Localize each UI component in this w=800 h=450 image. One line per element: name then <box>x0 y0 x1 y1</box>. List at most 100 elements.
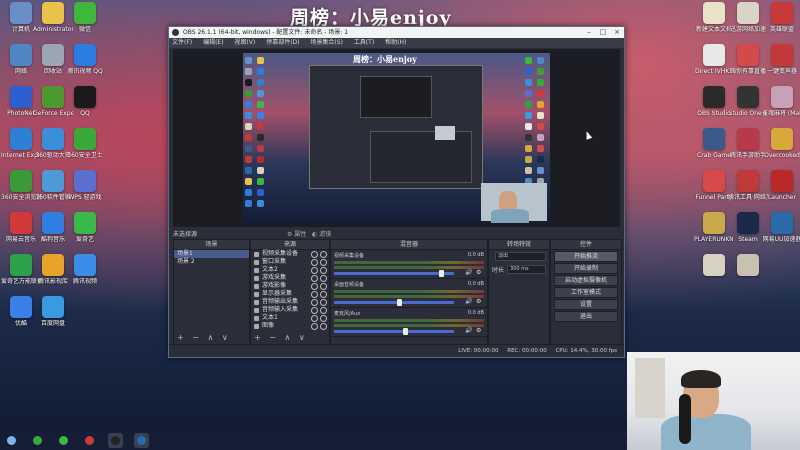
menu-scene-collection[interactable]: 场景集合(S) <box>310 39 343 46</box>
volume-slider-handle[interactable] <box>397 299 402 306</box>
visibility-icon[interactable] <box>311 314 318 322</box>
minimize-icon[interactable]: – <box>582 27 596 38</box>
menu-edit[interactable]: 编辑(E) <box>203 39 223 46</box>
desktop-icon[interactable]: 一键变声器 <box>762 44 800 75</box>
source-item[interactable]: 音频输出采集 <box>251 298 329 306</box>
desktop-icon[interactable]: 360安全卫士 <box>65 128 105 159</box>
visibility-icon[interactable] <box>311 258 318 266</box>
maximize-icon[interactable]: □ <box>596 27 610 38</box>
obs-menu-bar: 文件(F) 编辑(E) 视图(V) 停靠部件(D) 场景集合(S) 工具(T) … <box>169 38 624 48</box>
start-recording-button[interactable]: 开始录制 <box>554 263 618 274</box>
lock-icon[interactable] <box>320 274 327 282</box>
menu-docks[interactable]: 停靠部件(D) <box>266 39 299 46</box>
lock-icon[interactable] <box>320 314 327 322</box>
gear-icon[interactable]: ⚙ <box>476 298 484 305</box>
preview-icon <box>537 57 544 64</box>
start-button[interactable] <box>4 433 19 448</box>
exit-button[interactable]: 退出 <box>554 311 618 322</box>
app-icon <box>703 44 725 66</box>
source-item[interactable]: 文本2 <box>251 266 329 274</box>
visibility-icon[interactable] <box>311 250 318 258</box>
desktop-icon[interactable]: WPS 轻游戏 <box>65 170 105 201</box>
settings-button[interactable]: 设置 <box>554 299 618 310</box>
duration-input[interactable]: 300 ms <box>507 265 546 274</box>
desktop-icon[interactable]: 腾讯视频 <box>65 254 105 285</box>
desktop-icon[interactable]: 微信 <box>65 2 105 33</box>
app-icon <box>703 128 725 150</box>
studio-mode-button[interactable]: 工作室模式 <box>554 287 618 298</box>
source-item[interactable]: 音频输入采集 <box>251 306 329 314</box>
volume-slider[interactable] <box>334 299 454 306</box>
lock-icon[interactable] <box>320 322 327 330</box>
lock-icon[interactable] <box>320 282 327 290</box>
desktop-icon[interactable]: 英雄联盟 <box>762 2 800 33</box>
volume-slider[interactable] <box>334 270 454 277</box>
desktop-icon[interactable] <box>728 254 768 278</box>
virtual-camera-button[interactable]: 启动虚拟摄像机 <box>554 275 618 286</box>
desktop-icon[interactable]: 网易UU加速器 <box>762 212 800 243</box>
preview-area[interactable]: 周榜：小易enjoy <box>173 49 620 227</box>
close-icon[interactable]: × <box>610 27 624 38</box>
sources-footer-buttons[interactable]: + − ∧ ∨ <box>254 333 308 342</box>
desktop-icon[interactable]: 雀魂麻将 (Mahjong...) <box>762 86 800 117</box>
menu-file[interactable]: 文件(F) <box>172 39 192 46</box>
source-item[interactable]: 视频采集设备 <box>251 250 329 258</box>
lock-icon[interactable] <box>320 298 327 306</box>
visibility-icon[interactable] <box>311 282 318 290</box>
lock-icon[interactable] <box>320 266 327 274</box>
obs-title-bar[interactable]: OBS 26.1.1 (64-bit, windows) - 配置文件: 未命名… <box>169 27 624 38</box>
gear-icon[interactable]: ⚙ <box>476 327 484 334</box>
taskbar-app-icon[interactable] <box>134 433 149 448</box>
desktop-icon[interactable]: 爱奇艺 <box>65 212 105 243</box>
visibility-icon[interactable] <box>311 290 318 298</box>
visibility-icon[interactable] <box>311 274 318 282</box>
source-type-icon <box>254 275 259 281</box>
source-name: 图像 <box>262 322 275 329</box>
properties-button[interactable]: ⚙ 属性 <box>287 231 306 238</box>
volume-slider-handle[interactable] <box>403 328 408 335</box>
lock-icon[interactable] <box>320 258 327 266</box>
taskbar-360-icon[interactable] <box>30 433 45 448</box>
scenes-footer-buttons[interactable]: + − ∧ ∨ <box>177 333 231 342</box>
volume-slider[interactable] <box>334 328 454 335</box>
visibility-icon[interactable] <box>311 266 318 274</box>
preview-icon <box>245 112 252 119</box>
visibility-icon[interactable] <box>311 322 318 330</box>
visibility-icon[interactable] <box>311 306 318 314</box>
desktop-icon[interactable]: QQ <box>65 86 105 117</box>
speaker-icon[interactable]: 🔊 <box>465 298 473 305</box>
gear-icon[interactable]: ⚙ <box>476 269 484 276</box>
transition-select[interactable]: 淡出 <box>495 252 546 261</box>
source-item[interactable]: 窗口采集 <box>251 258 329 266</box>
desktop-icon[interactable]: 腾讯视频 QQ <box>65 44 105 75</box>
desktop-icon[interactable]: Launcher <box>762 170 800 201</box>
start-streaming-button[interactable]: 开始推流 <box>554 251 618 262</box>
lock-icon[interactable] <box>320 250 327 258</box>
visibility-icon[interactable] <box>311 298 318 306</box>
source-item[interactable]: 游戏影像 <box>251 282 329 290</box>
source-item[interactable]: 图像 <box>251 322 329 330</box>
desktop-icon[interactable]: 百度网盘 <box>33 296 73 327</box>
source-item[interactable]: 游戏采集 <box>251 274 329 282</box>
taskbar-netease-music-icon[interactable] <box>82 433 97 448</box>
taskbar-wechat-icon[interactable] <box>56 433 71 448</box>
menu-tools[interactable]: 工具(T) <box>354 39 374 46</box>
mixer-channel: 桌面音频设备 0.0 dB 🔊 ⚙ <box>331 279 487 308</box>
speaker-icon[interactable]: 🔊 <box>465 327 473 334</box>
source-item[interactable]: 显示器采集 <box>251 290 329 298</box>
filters-button[interactable]: ◐ 滤镜 <box>312 231 331 238</box>
desktop-icon[interactable]: Overcooked <box>762 128 800 159</box>
scene-item[interactable]: 场景1 <box>174 250 249 258</box>
lock-icon[interactable] <box>320 306 327 314</box>
source-item[interactable]: 文本1 <box>251 314 329 322</box>
obs-window[interactable]: OBS 26.1.1 (64-bit, windows) - 配置文件: 未命名… <box>168 26 625 358</box>
duration-label: 时长 <box>492 267 505 274</box>
speaker-icon[interactable]: 🔊 <box>465 269 473 276</box>
menu-view[interactable]: 视图(V) <box>234 39 255 46</box>
volume-slider-handle[interactable] <box>439 270 444 277</box>
scene-item[interactable]: 场景 2 <box>174 258 249 266</box>
lock-icon[interactable] <box>320 290 327 298</box>
preview-icon <box>257 134 264 141</box>
menu-help[interactable]: 帮助(H) <box>385 39 406 46</box>
taskbar-obs-icon[interactable] <box>108 433 123 448</box>
